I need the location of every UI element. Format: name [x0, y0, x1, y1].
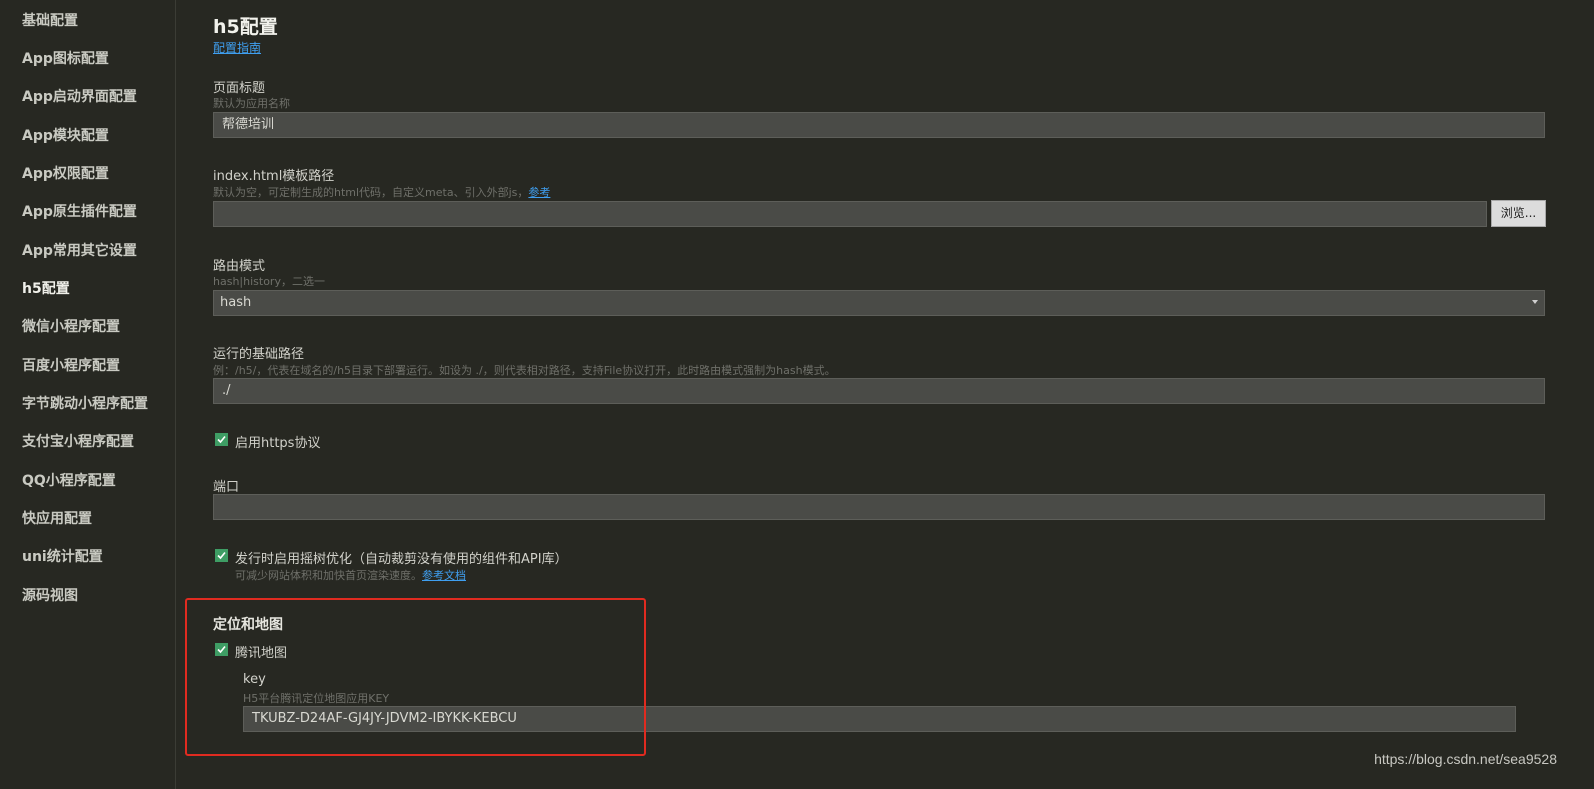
highlight-annotation-box: [185, 598, 646, 756]
sidebar-item-app-other[interactable]: App常用其它设置: [22, 240, 137, 262]
check-icon: [217, 435, 226, 444]
check-icon: [217, 551, 226, 560]
https-checkbox[interactable]: [215, 433, 228, 446]
router-mode-label: 路由模式: [213, 259, 266, 274]
treeshake-reference-link[interactable]: 参考文档: [422, 569, 466, 582]
config-guide-link[interactable]: 配置指南: [213, 39, 261, 56]
base-path-label: 运行的基础路径: [213, 347, 305, 362]
page-title-hint: 默认为应用名称: [213, 97, 290, 110]
sidebar-item-qq[interactable]: QQ小程序配置: [22, 470, 116, 492]
router-mode-select[interactable]: hash: [213, 290, 1545, 316]
treeshake-label: 发行时启用摇树优化（自动裁剪没有使用的组件和API库）: [235, 552, 568, 567]
port-input[interactable]: [213, 494, 1545, 520]
treeshake-hint: 可减少网站体积和加快首页渲染速度。参考文档: [235, 567, 466, 583]
sidebar-item-app-modules[interactable]: App模块配置: [22, 125, 109, 147]
sidebar-item-baidu[interactable]: 百度小程序配置: [22, 355, 120, 377]
sidebar-item-app-permissions[interactable]: App权限配置: [22, 163, 109, 185]
treeshake-hint-text: 可减少网站体积和加快首页渲染速度。: [235, 569, 422, 582]
template-reference-link[interactable]: 参考: [528, 186, 550, 199]
base-path-hint: 例：/h5/，代表在域名的/h5目录下部署运行。如设为 ./，则代表相对路径，支…: [213, 364, 836, 377]
chevron-down-icon: [1532, 300, 1538, 304]
sidebar-item-source-view[interactable]: 源码视图: [22, 585, 78, 607]
template-path-hint-text: 默认为空，可定制生成的html代码，自定义meta、引入外部js，: [213, 186, 529, 199]
template-path-input[interactable]: [213, 201, 1487, 227]
sidebar: 基础配置 App图标配置 App启动界面配置 App模块配置 App权限配置 A…: [0, 0, 176, 789]
treeshake-checkbox[interactable]: [215, 549, 228, 562]
sidebar-item-app-native-plugins[interactable]: App原生插件配置: [22, 201, 137, 223]
sidebar-item-alipay[interactable]: 支付宝小程序配置: [22, 431, 134, 453]
sidebar-item-quickapp[interactable]: 快应用配置: [22, 508, 92, 530]
sidebar-item-h5[interactable]: h5配置: [22, 278, 70, 300]
sidebar-item-basic[interactable]: 基础配置: [22, 10, 78, 32]
port-label: 端口: [213, 480, 240, 495]
sidebar-item-app-splash[interactable]: App启动界面配置: [22, 86, 137, 108]
router-mode-value: hash: [220, 295, 252, 310]
watermark: https://blog.csdn.net/sea9528: [1374, 751, 1557, 767]
page-title-input[interactable]: 帮德培训: [213, 112, 1545, 138]
sidebar-item-uni-stat[interactable]: uni统计配置: [22, 546, 103, 568]
page-title-label: 页面标题: [213, 81, 266, 96]
template-path-label: index.html模板路径: [213, 169, 335, 184]
sidebar-item-app-icon[interactable]: App图标配置: [22, 48, 109, 70]
sidebar-item-weixin[interactable]: 微信小程序配置: [22, 316, 120, 338]
template-path-hint: 默认为空，可定制生成的html代码，自定义meta、引入外部js，参考: [213, 184, 550, 200]
page-title: h5配置: [213, 16, 278, 38]
https-label: 启用https协议: [235, 436, 321, 451]
sidebar-item-toutiao[interactable]: 字节跳动小程序配置: [22, 393, 148, 415]
router-mode-hint: hash|history，二选一: [213, 275, 325, 288]
base-path-input[interactable]: ./: [213, 378, 1545, 404]
browse-button[interactable]: 浏览...: [1491, 200, 1546, 227]
